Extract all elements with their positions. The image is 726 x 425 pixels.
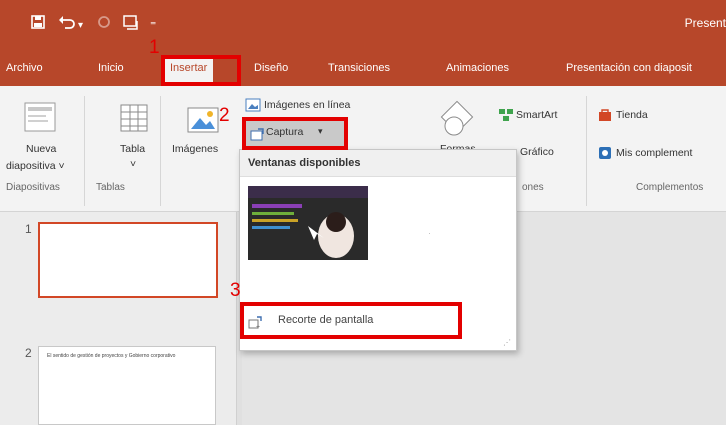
slide-number: 1 (25, 222, 32, 236)
tab-diseno[interactable]: Diseño (254, 62, 288, 74)
group-label-slides: Diapositivas (6, 182, 60, 193)
tab-presentacion[interactable]: Presentación con diaposit (566, 62, 692, 74)
available-windows-heading: Ventanas disponibles (248, 157, 361, 169)
store-icon[interactable] (598, 108, 612, 125)
my-addins-icon[interactable] (598, 146, 612, 163)
group-separator (160, 96, 161, 206)
undo-dropdown-icon[interactable]: ▾ (78, 17, 83, 35)
chart-label[interactable]: Gráfico (520, 146, 554, 158)
table-icon[interactable] (118, 102, 150, 134)
annotation-number-3: 3 (230, 280, 241, 301)
group-separator (586, 96, 587, 206)
undo-icon[interactable] (58, 14, 76, 35)
group-label-illustrations: ones (522, 182, 544, 193)
quick-access-more-icon[interactable]: ⁼ (150, 16, 156, 34)
tab-archivo[interactable]: Archivo (6, 62, 43, 74)
save-icon[interactable] (30, 14, 46, 35)
window-separator-dot: · (428, 228, 431, 238)
my-addins-label[interactable]: Mis complement (616, 147, 692, 159)
images-label[interactable]: Imágenes (172, 143, 218, 155)
tab-transiciones[interactable]: Transiciones (328, 62, 390, 74)
slide-thumbnail-2[interactable]: El sentido de gestión de proyectos y Gob… (38, 346, 216, 425)
annotation-number-1: 1 (149, 37, 160, 58)
annotation-box-2 (242, 117, 348, 150)
new-slide-icon[interactable] (22, 100, 58, 134)
annotation-box-1 (161, 55, 241, 86)
online-images-icon[interactable] (245, 98, 261, 115)
window-title: Present (684, 16, 726, 30)
table-arrow[interactable]: ˅ (130, 158, 136, 170)
slide-thumbnail-1[interactable] (38, 222, 218, 298)
group-label-addins: Complementos (636, 182, 704, 193)
tab-inicio[interactable]: Inicio (98, 62, 124, 74)
annotation-number-2: 2 (219, 105, 230, 126)
dropdown-header: Ventanas disponibles (240, 150, 516, 177)
title-bar: ▾ ⁼ Present (0, 0, 726, 48)
slide-2-title: El sentido de gestión de proyectos y Gob… (47, 353, 176, 359)
smartart-icon[interactable] (498, 108, 514, 125)
online-images-label[interactable]: Imágenes en línea (264, 99, 350, 111)
resize-grip-icon[interactable]: ⋰ (503, 338, 511, 347)
images-icon[interactable] (182, 104, 222, 138)
new-slide-label[interactable]: Nueva (26, 143, 56, 155)
available-window-thumbnail[interactable] (248, 186, 368, 260)
customize-icon[interactable] (122, 14, 140, 37)
smartart-label[interactable]: SmartArt (516, 109, 557, 121)
table-label[interactable]: Tabla (120, 143, 145, 155)
store-label[interactable]: Tienda (616, 109, 648, 121)
slide-number: 2 (25, 346, 32, 360)
redo-icon (96, 14, 112, 35)
shapes-icon[interactable] (440, 100, 476, 140)
tab-animaciones[interactable]: Animaciones (446, 62, 509, 74)
new-slide-label-2[interactable]: diapositiva ˅ (6, 160, 65, 172)
annotation-box-3 (240, 302, 462, 339)
group-separator (84, 96, 85, 206)
group-label-tables: Tablas (96, 182, 125, 193)
